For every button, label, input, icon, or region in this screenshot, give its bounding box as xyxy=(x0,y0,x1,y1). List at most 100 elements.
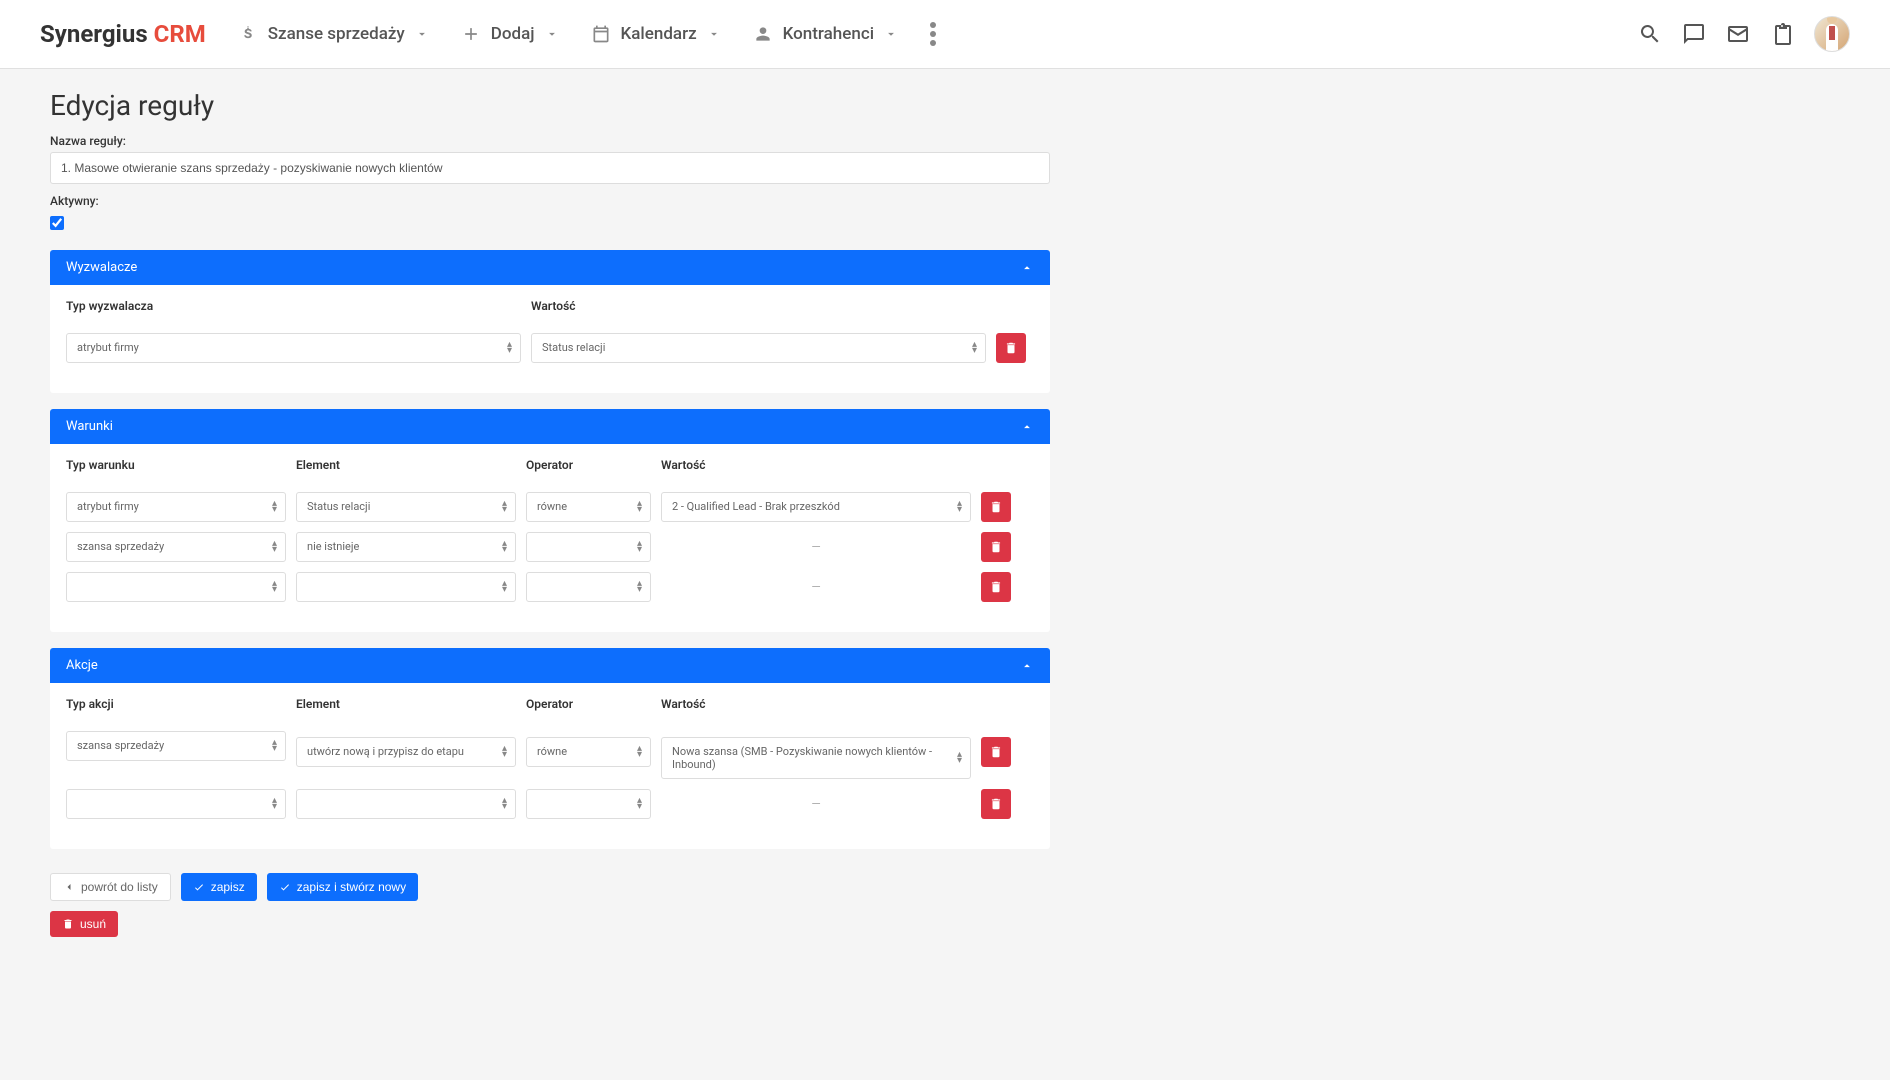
active-label: Aktywny: xyxy=(50,194,1050,208)
cond-type-select[interactable]: ▴▾ xyxy=(66,572,286,602)
cond-operator-select[interactable]: ▴▾ xyxy=(526,572,651,602)
cond-value-select[interactable]: 2 - Qualified Lead - Brak przeszkód▴▾ xyxy=(661,492,971,522)
clipboard-icon[interactable] xyxy=(1770,22,1794,46)
check-icon xyxy=(279,881,291,893)
trash-icon xyxy=(989,500,1003,514)
conditions-header[interactable]: Warunki xyxy=(50,409,1050,444)
back-button[interactable]: powrót do listy xyxy=(50,873,171,901)
chevron-left-icon xyxy=(63,881,75,893)
action-value-select[interactable]: Nowa szansa (SMB - Pozyskiwanie nowych k… xyxy=(661,737,971,779)
delete-condition-button[interactable] xyxy=(981,492,1011,522)
nav-add-label: Dodaj xyxy=(491,24,535,44)
action-element-select[interactable]: utwórz nową i przypisz do etapu▴▾ xyxy=(296,737,516,767)
header-actions xyxy=(1638,16,1850,52)
condition-row: ▴▾ ▴▾ ▴▾ — xyxy=(66,572,1034,602)
chat-icon[interactable] xyxy=(1682,22,1706,46)
cond-value-empty: — xyxy=(661,540,971,554)
check-icon xyxy=(193,881,205,893)
nav-contractors-label: Kontrahenci xyxy=(783,24,874,44)
logo-main: Synergius xyxy=(40,20,148,48)
dollar-icon xyxy=(238,24,258,44)
action-col-element: Element xyxy=(296,697,516,711)
delete-condition-button[interactable] xyxy=(981,532,1011,562)
trigger-col-type: Typ wyzwalacza xyxy=(66,299,521,313)
trash-icon xyxy=(62,918,74,930)
action-operator-select[interactable]: równe▴▾ xyxy=(526,737,651,767)
more-menu[interactable] xyxy=(930,22,936,46)
save-label: zapisz xyxy=(211,880,245,894)
cond-element-select[interactable]: ▴▾ xyxy=(296,572,516,602)
delete-action-button[interactable] xyxy=(981,789,1011,819)
cond-col-element: Element xyxy=(296,458,516,472)
delete-button[interactable]: usuń xyxy=(50,911,118,937)
condition-row: szansa sprzedaży▴▾ nie istnieje▴▾ ▴▾ — xyxy=(66,532,1034,562)
actions-header[interactable]: Akcje xyxy=(50,648,1050,683)
rule-name-label: Nazwa reguły: xyxy=(50,134,1050,148)
trigger-type-select[interactable]: atrybut firmy▴▾ xyxy=(66,333,521,363)
cond-operator-select[interactable]: równe▴▾ xyxy=(526,492,651,522)
chevron-down-icon xyxy=(884,27,898,41)
trigger-col-value: Wartość xyxy=(531,299,986,313)
action-value-empty: — xyxy=(661,797,971,811)
nav-sales-label: Szanse sprzedaży xyxy=(268,24,405,44)
cond-operator-select[interactable]: ▴▾ xyxy=(526,532,651,562)
calendar-icon xyxy=(591,24,611,44)
save-button[interactable]: zapisz xyxy=(181,873,257,901)
chevron-down-icon xyxy=(545,27,559,41)
conditions-title: Warunki xyxy=(66,419,113,434)
search-icon[interactable] xyxy=(1638,22,1662,46)
conditions-panel: Warunki Typ warunku Element Operator War… xyxy=(50,409,1050,632)
cond-element-select[interactable]: Status relacji▴▾ xyxy=(296,492,516,522)
delete-label: usuń xyxy=(80,917,106,931)
user-avatar[interactable] xyxy=(1814,16,1850,52)
action-col-value: Wartość xyxy=(661,697,971,711)
chevron-up-icon xyxy=(1020,420,1034,434)
nav-sales-opportunities[interactable]: Szanse sprzedaży xyxy=(238,24,429,44)
nav-contractors[interactable]: Kontrahenci xyxy=(753,24,898,44)
logo-sub: CRM xyxy=(154,20,206,48)
actions-title: Akcje xyxy=(66,658,98,673)
trigger-row: atrybut firmy▴▾ Status relacji▴▾ xyxy=(66,333,1034,363)
app-logo: Synergius CRM xyxy=(40,20,206,48)
action-type-select[interactable]: ▴▾ xyxy=(66,789,286,819)
delete-trigger-button[interactable] xyxy=(996,333,1026,363)
action-row: ▴▾ ▴▾ ▴▾ — xyxy=(66,789,1034,819)
nav-calendar[interactable]: Kalendarz xyxy=(591,24,721,44)
chevron-up-icon xyxy=(1020,659,1034,673)
action-element-select[interactable]: ▴▾ xyxy=(296,789,516,819)
trash-icon xyxy=(989,797,1003,811)
action-operator-select[interactable]: ▴▾ xyxy=(526,789,651,819)
mail-icon[interactable] xyxy=(1726,22,1750,46)
trash-icon xyxy=(989,580,1003,594)
action-type-select[interactable]: szansa sprzedaży▴▾ xyxy=(66,731,286,761)
cond-col-type: Typ warunku xyxy=(66,458,286,472)
cond-col-operator: Operator xyxy=(526,458,651,472)
actions-panel: Akcje Typ akcji Element Operator Wartość… xyxy=(50,648,1050,849)
trash-icon xyxy=(989,745,1003,759)
trigger-value-select[interactable]: Status relacji▴▾ xyxy=(531,333,986,363)
delete-action-button[interactable] xyxy=(981,737,1011,767)
active-checkbox[interactable] xyxy=(50,216,64,230)
triggers-header[interactable]: Wyzwalacze xyxy=(50,250,1050,285)
chevron-down-icon xyxy=(415,27,429,41)
trash-icon xyxy=(989,540,1003,554)
rule-name-input[interactable] xyxy=(50,152,1050,184)
condition-row: atrybut firmy▴▾ Status relacji▴▾ równe▴▾… xyxy=(66,492,1034,522)
page-container: Edycja reguły Nazwa reguły: Aktywny: Wyz… xyxy=(0,69,1100,957)
cond-col-value: Wartość xyxy=(661,458,971,472)
cond-type-select[interactable]: szansa sprzedaży▴▾ xyxy=(66,532,286,562)
cond-element-select[interactable]: nie istnieje▴▾ xyxy=(296,532,516,562)
save-new-label: zapisz i stwórz nowy xyxy=(297,880,406,894)
triggers-title: Wyzwalacze xyxy=(66,260,137,275)
save-and-new-button[interactable]: zapisz i stwórz nowy xyxy=(267,873,418,901)
action-col-operator: Operator xyxy=(526,697,651,711)
trash-icon xyxy=(1004,341,1018,355)
cond-value-empty: — xyxy=(661,580,971,594)
cond-type-select[interactable]: atrybut firmy▴▾ xyxy=(66,492,286,522)
nav-add[interactable]: Dodaj xyxy=(461,24,559,44)
action-row: szansa sprzedaży▴▾ utwórz nową i przypis… xyxy=(66,731,1034,779)
action-bar: powrót do listy zapisz zapisz i stwórz n… xyxy=(50,873,1050,901)
delete-condition-button[interactable] xyxy=(981,572,1011,602)
back-label: powrót do listy xyxy=(81,880,158,894)
chevron-up-icon xyxy=(1020,261,1034,275)
